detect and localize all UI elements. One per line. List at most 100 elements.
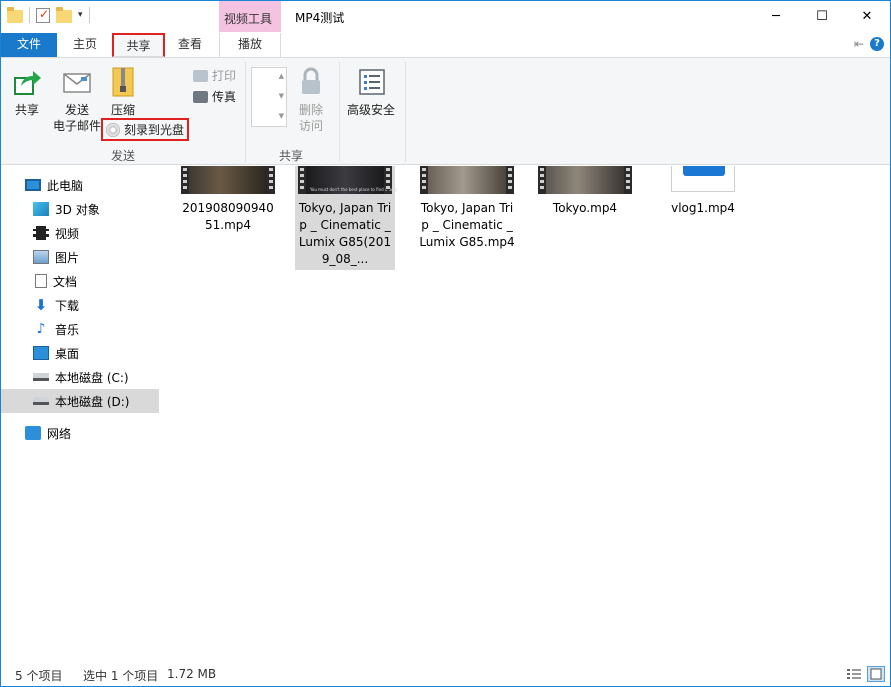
minimize-button[interactable]: ─ [753, 1, 799, 31]
file-list: 20190809094051.mp4 You must don't the be… [161, 166, 890, 661]
video-thumbnail [420, 166, 514, 194]
advanced-security-icon [359, 69, 385, 95]
nav-item-label: 桌面 [55, 346, 80, 361]
customize-toolbar-dropdown[interactable]: ▾ [78, 10, 83, 20]
properties-icon[interactable] [36, 7, 50, 23]
video-thumbnail [181, 166, 275, 194]
print-label: 打印 [212, 69, 237, 83]
nav-item-label: 图片 [55, 250, 80, 265]
nav-item-drive-d[interactable]: 本地磁盘 (D:) [1, 389, 159, 413]
details-view-icon[interactable] [845, 666, 863, 682]
nav-item-this-pc[interactable]: 此电脑 [1, 173, 159, 197]
zip-label: 压缩 [110, 103, 135, 117]
pictures-icon [33, 250, 49, 264]
gallery-up-arrow[interactable]: ▲ [279, 72, 284, 80]
group-separator [405, 62, 406, 162]
desktop-icon [33, 346, 49, 360]
email-label-line1: 发送 [64, 103, 89, 117]
ribbon: 共享 发送 电子邮件 压缩 打印 传真 刻录到光盘 发送 ▲ ▼ ▼ 删除 访问… [1, 57, 890, 165]
selection-count: 选中 1 个项目 [83, 669, 159, 683]
disc-icon [106, 122, 120, 137]
nav-item-label: 网络 [47, 426, 72, 441]
document-thumbnail [671, 166, 735, 192]
advanced-security-button[interactable]: 高级安全 [343, 66, 399, 118]
file-name: Tokyo.mp4 [552, 201, 618, 215]
remove-access-line2: 访问 [298, 119, 323, 133]
tab-view[interactable]: 查看 [168, 33, 212, 57]
close-button[interactable]: ✕ [844, 1, 890, 31]
share-with-gallery[interactable]: ▲ ▼ ▼ [251, 67, 287, 127]
status-bar: 5 个项目 选中 1 个项目 1.72 MB [1, 663, 890, 686]
separator [88, 7, 90, 23]
fax-button[interactable]: 传真 [193, 88, 236, 105]
burn-to-disc-button[interactable]: 刻录到光盘 [101, 118, 190, 141]
nav-item-label: 本地磁盘 (D:) [55, 394, 130, 409]
quick-access-toolbar: ▾ [7, 6, 90, 23]
file-item[interactable]: vlog1.mp4 [653, 166, 753, 217]
folder-icon [7, 6, 23, 23]
fax-icon [193, 90, 208, 103]
share-label: 共享 [14, 103, 39, 117]
tab-share[interactable]: 共享 [112, 33, 165, 57]
share-group-label: 共享 [279, 149, 304, 163]
collapse-ribbon-icon[interactable]: ⇤ [854, 37, 864, 51]
nav-item-label: 3D 对象 [55, 202, 100, 217]
fax-label: 传真 [212, 90, 237, 104]
window-title: MP4测试 [295, 11, 345, 25]
zip-folder-icon [112, 67, 134, 97]
file-name: vlog1.mp4 [671, 201, 735, 215]
nav-item-pictures[interactable]: 图片 [1, 245, 159, 269]
nav-item-drive-c[interactable]: 本地磁盘 (C:) [1, 365, 159, 389]
lock-icon [302, 67, 320, 94]
share-button[interactable]: 共享 [9, 66, 45, 118]
tab-file[interactable]: 文件 [1, 33, 57, 57]
burn-label: 刻录到光盘 [124, 123, 185, 137]
email-icon [63, 73, 91, 93]
maximize-button[interactable]: ☐ [799, 1, 845, 31]
nav-item-label: 下载 [55, 298, 80, 313]
print-button[interactable]: 打印 [193, 67, 236, 84]
nav-item-network[interactable]: 网络 [1, 421, 159, 445]
send-group-label: 发送 [111, 149, 136, 163]
media-badge [683, 166, 725, 176]
explorer-window: ▾ 视频工具 MP4测试 ─ ☐ ✕ 文件 主页 共享 查看 播放 ⇤ ? 共享 [0, 0, 891, 687]
gallery-more-arrow[interactable]: ▼ [279, 112, 284, 120]
tab-play[interactable]: 播放 [219, 33, 281, 57]
item-count: 5 个项目 [15, 669, 63, 683]
advanced-security-label: 高级安全 [346, 103, 395, 117]
nav-item-label: 本地磁盘 (C:) [55, 370, 129, 385]
thumbnail-caption: You must don't the best place to find a … [310, 187, 398, 192]
file-item[interactable]: Tokyo.mp4 [535, 166, 635, 217]
tab-home[interactable]: 主页 [61, 33, 109, 57]
music-icon: ♪ [36, 321, 46, 337]
email-button[interactable]: 发送 电子邮件 [51, 66, 103, 134]
printer-icon [193, 69, 208, 82]
video-tools-tab-group: 视频工具 [219, 1, 281, 32]
nav-item-label: 文档 [53, 274, 78, 289]
file-item[interactable]: 20190809094051.mp4 [178, 166, 278, 234]
video-thumbnail [538, 166, 632, 194]
nav-item-music[interactable]: ♪ 音乐 [1, 317, 159, 341]
nav-item-3d-objects[interactable]: 3D 对象 [1, 197, 159, 221]
new-folder-icon[interactable] [56, 6, 72, 23]
ribbon-controls: ⇤ ? [854, 37, 884, 51]
video-tools-label: 视频工具 [224, 12, 273, 26]
remove-access-line1: 删除 [298, 103, 323, 117]
nav-item-downloads[interactable]: ⬇ 下载 [1, 293, 159, 317]
documents-icon [35, 274, 47, 288]
nav-item-label: 此电脑 [47, 178, 84, 193]
help-icon[interactable]: ? [870, 37, 884, 51]
large-icons-view-icon[interactable] [867, 666, 885, 682]
nav-item-videos[interactable]: 视频 [1, 221, 159, 245]
videos-icon [33, 226, 49, 240]
3d-objects-icon [33, 202, 49, 216]
file-item[interactable]: Tokyo, Japan Trip _ Cinematic _ Lumix G8… [417, 166, 517, 251]
nav-item-documents[interactable]: 文档 [1, 269, 159, 293]
email-label-line2: 电子邮件 [52, 119, 101, 133]
navigation-pane: 此电脑 3D 对象 视频 图片 文档 ⬇ 下载 ♪ 音乐 桌面 本地磁盘 (C:… [1, 166, 161, 661]
nav-item-desktop[interactable]: 桌面 [1, 341, 159, 365]
remove-access-button[interactable]: 删除 访问 [295, 66, 327, 134]
file-item[interactable]: You must don't the best place to find a … [295, 166, 398, 270]
zip-button[interactable]: 压缩 [107, 66, 139, 118]
gallery-down-arrow[interactable]: ▼ [279, 92, 284, 100]
